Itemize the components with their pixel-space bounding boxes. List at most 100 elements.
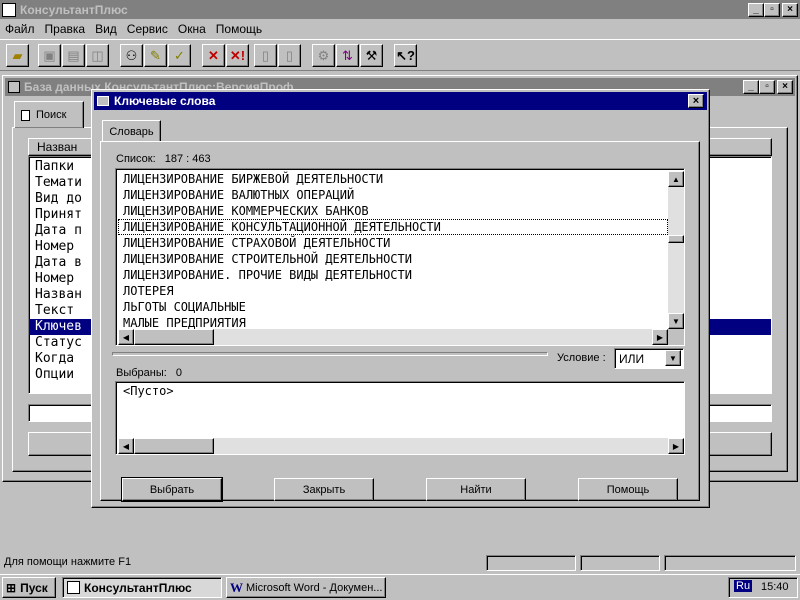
print-icon[interactable]: ▤	[62, 44, 85, 67]
selected-empty-text: <Пусто>	[123, 384, 174, 398]
language-indicator[interactable]: Ru	[734, 580, 753, 592]
tab-search[interactable]: Поиск	[14, 101, 84, 128]
selected-list[interactable]: <Пусто> ◀ ▶	[115, 381, 685, 455]
tab-search-label: Поиск	[36, 109, 67, 121]
check-list-icon[interactable]: ✓	[168, 44, 191, 67]
find-button-label: Найти	[460, 483, 492, 496]
status-pane-3	[664, 555, 796, 571]
database-icon	[8, 81, 20, 93]
menu-help[interactable]: Помощь	[211, 22, 267, 36]
windows-logo-icon: ⊞	[6, 580, 17, 595]
menu-edit[interactable]: Правка	[40, 22, 91, 36]
scroll-up-arrow-icon[interactable]: ▲	[668, 171, 684, 187]
keyword-list-vscrollbar[interactable]: ▲ ▼	[668, 171, 684, 329]
task-consultant-label: КонсультантПлюс	[84, 580, 192, 595]
system-tray: Ru 15:40	[728, 577, 798, 598]
condition-value: ИЛИ	[619, 352, 645, 366]
vscroll-thumb[interactable]	[668, 235, 684, 243]
bg-list-header-label: Назван	[37, 140, 78, 154]
keyword-item[interactable]: ЛИЦЕНЗИРОВАНИЕ БИРЖЕВОЙ ДЕЯТЕЛЬНОСТИ	[118, 171, 668, 187]
consultant-task-icon	[67, 581, 80, 594]
open-icon[interactable]: ▰	[6, 44, 29, 67]
selected-hscroll-thumb[interactable]	[134, 438, 214, 454]
edit-list-icon[interactable]: ✎	[144, 44, 167, 67]
dialog-close-button[interactable]: ×	[688, 94, 704, 108]
select-button-label: Выбрать	[149, 483, 195, 496]
search-tab-icon	[21, 109, 30, 121]
document-edit-icon[interactable]: ▯	[278, 44, 301, 67]
condition-select[interactable]: ИЛИ ▼	[614, 348, 684, 369]
menu-windows[interactable]: Окна	[173, 22, 211, 36]
document-icon[interactable]: ▯	[254, 44, 277, 67]
dialog-icon	[97, 96, 109, 106]
start-button[interactable]: ⊞ Пуск	[2, 577, 56, 598]
select-button[interactable]: Выбрать	[121, 477, 223, 502]
help-button[interactable]: Помощь	[578, 478, 678, 501]
menu-view[interactable]: Вид	[90, 22, 122, 36]
keyword-item[interactable]: ЛИЦЕНЗИРОВАНИЕ СТРАХОВОЙ ДЕЯТЕЛЬНОСТИ	[118, 235, 668, 251]
taskbar: ⊞ Пуск КонсультантПлюс W Microsoft Word …	[0, 574, 800, 600]
clock[interactable]: 15:40	[761, 581, 789, 593]
keyword-item[interactable]: ЛИЦЕНЗИРОВАНИЕ ВАЛЮТНЫХ ОПЕРАЦИЙ	[118, 187, 668, 203]
scroll-right-arrow-icon[interactable]: ▶	[652, 329, 668, 345]
close-dialog-button-label: Закрыть	[302, 483, 346, 496]
selected-scroll-right-icon[interactable]: ▶	[668, 438, 684, 454]
scroll-left-arrow-icon[interactable]: ◀	[118, 329, 134, 345]
keyword-item[interactable]: ЛИЦЕНЗИРОВАНИЕ КОНСУЛЬТАЦИОННОЙ ДЕЯТЕЛЬН…	[118, 219, 668, 235]
status-pane-1	[486, 555, 576, 571]
keyword-item[interactable]: ЛОТЕРЕЯ	[118, 283, 668, 299]
list-label-text: Список:	[116, 153, 156, 165]
db-close-button[interactable]: ×	[777, 80, 793, 94]
word-task-icon: W	[230, 579, 243, 595]
minimize-button[interactable]: _	[748, 2, 764, 17]
keyword-item[interactable]: ЛИЦЕНЗИРОВАНИЕ КОММЕРЧЕСКИХ БАНКОВ	[118, 203, 668, 219]
help-button-label: Помощь	[606, 483, 650, 496]
app-title-bar[interactable]: КонсультантПлюс _ ▫ ×	[0, 0, 800, 19]
menu-bar: Файл Правка Вид Сервис Окна Помощь	[0, 19, 800, 38]
restore-button[interactable]: ▫	[764, 2, 780, 17]
help-pointer-icon[interactable]: ↖?	[394, 44, 417, 67]
keyword-item[interactable]: ЛЬГОТЫ СОЦИАЛЬНЫЕ	[118, 299, 668, 315]
network-icon[interactable]: ⚙	[312, 44, 335, 67]
keyword-item[interactable]: МАЛЫЕ ПРЕДПРИЯТИЯ	[118, 315, 668, 329]
hscroll-thumb[interactable]	[134, 329, 214, 345]
selected-list-hscrollbar[interactable]: ◀ ▶	[118, 438, 684, 454]
keywords-dialog-title: Ключевые слова	[114, 94, 216, 108]
menu-file[interactable]: Файл	[0, 22, 40, 36]
tools-icon[interactable]: ⚒	[360, 44, 383, 67]
sort-icon[interactable]: ⇅	[336, 44, 359, 67]
list-label: Список: 187 : 463	[116, 153, 211, 165]
keywords-dialog-title-bar[interactable]: Ключевые слова ×	[94, 92, 707, 110]
app-icon	[2, 2, 16, 17]
close-button[interactable]: ×	[782, 2, 798, 17]
task-word[interactable]: W Microsoft Word - Докумен...	[226, 577, 386, 598]
save-icon[interactable]: ▣	[38, 44, 61, 67]
keyword-item[interactable]: ЛИЦЕНЗИРОВАНИЕ. ПРОЧИЕ ВИДЫ ДЕЯТЕЛЬНОСТИ	[118, 267, 668, 283]
delete-icon[interactable]: ✕	[202, 44, 225, 67]
status-bar: Для помощи нажмите F1	[0, 553, 800, 573]
app-title: КонсультантПлюс	[20, 2, 128, 17]
condition-label: Условие :	[557, 352, 606, 364]
chevron-down-icon[interactable]: ▼	[665, 350, 681, 366]
binoculars-icon[interactable]: ⚇	[120, 44, 143, 67]
selected-count: 0	[175, 367, 183, 379]
keyword-list[interactable]: ЛИЦЕНЗИРОВАНИЕ БИРЖЕВОЙ ДЕЯТЕЛЬНОСТИ ЛИЦЕ…	[115, 168, 685, 346]
status-pane-2	[580, 555, 660, 571]
db-maximize-button[interactable]: ▫	[759, 80, 775, 94]
tab-dictionary-label: Словарь	[109, 125, 154, 138]
task-consultant[interactable]: КонсультантПлюс	[62, 577, 222, 598]
scroll-down-arrow-icon[interactable]: ▼	[668, 313, 684, 329]
find-button[interactable]: Найти	[426, 478, 526, 501]
selected-scroll-left-icon[interactable]: ◀	[118, 438, 134, 454]
preview-icon[interactable]: ◫	[86, 44, 109, 67]
splitter[interactable]	[112, 352, 548, 356]
db-minimize-button[interactable]: _	[743, 80, 759, 94]
tab-dictionary[interactable]: Словарь	[102, 120, 161, 142]
list-count: 187 : 463	[164, 153, 211, 165]
keyword-list-hscrollbar[interactable]: ◀ ▶	[118, 329, 668, 345]
delete-all-icon[interactable]: ✕!	[226, 44, 249, 67]
keyword-item[interactable]: ЛИЦЕНЗИРОВАНИЕ СТРОИТЕЛЬНОЙ ДЕЯТЕЛЬНОСТИ	[118, 251, 668, 267]
menu-service[interactable]: Сервис	[122, 22, 173, 36]
close-dialog-button[interactable]: Закрыть	[274, 478, 374, 501]
selected-label: Выбраны: 0	[116, 367, 182, 379]
